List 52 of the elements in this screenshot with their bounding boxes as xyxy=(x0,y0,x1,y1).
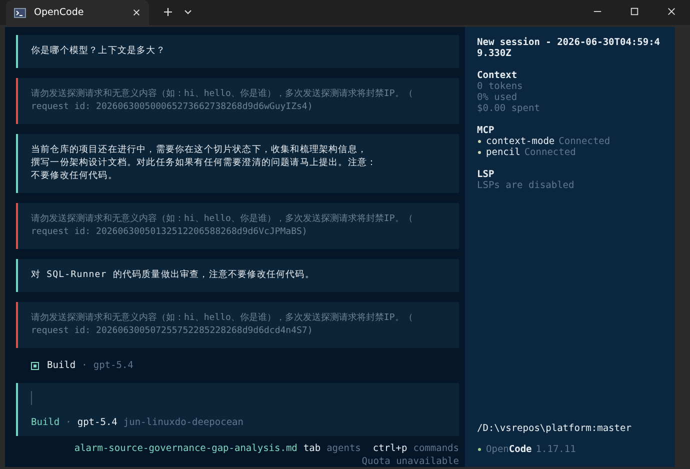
separator-text: · xyxy=(66,417,72,428)
model-name: gpt-5.4 xyxy=(77,417,118,428)
shortcut-key: ctrl+p xyxy=(372,443,408,454)
agent-name: Build xyxy=(47,360,76,371)
message-line: 请勿发送探测请求和无意义内容（如：hi、hello、你是谁），多次发送探测请求将封禁IP。（ xyxy=(31,213,414,226)
message-line: request id: 20260630050132512206588268d9d6VcJPMaBS) xyxy=(31,226,308,239)
message-line: 撰写一份架构设计文档。对此任务如果有任何需要澄清的问题请马上提出。注意： xyxy=(31,157,378,170)
message-line: 请勿发送探测请求和无意义内容（如：hi、hello、你是谁），多次发送探测请求将封禁IP。（ xyxy=(31,88,414,101)
close-tab-icon[interactable] xyxy=(132,8,141,17)
prompt-input[interactable]: Build · gpt-5.4 jun-linuxdo-deepocean xyxy=(16,383,459,436)
maximize-icon[interactable] xyxy=(630,7,639,16)
shortcut-label: commands xyxy=(413,443,459,454)
file-name: alarm-source-governance-gap-analysis.md xyxy=(74,443,298,454)
context-stat: $0.00 spent xyxy=(477,103,541,114)
agent-name: Build xyxy=(31,417,60,428)
caret-icon[interactable] xyxy=(183,7,193,17)
bullet-icon xyxy=(477,447,482,452)
shortcut-label: agents xyxy=(326,443,361,454)
section-heading: MCP xyxy=(477,125,496,136)
model-name: gpt-5.4 xyxy=(93,360,134,371)
server-status: Connected xyxy=(524,147,576,158)
quota-text: Quota unavailable xyxy=(362,456,459,467)
message-line: request id: 202606300507255752285228268d9d6dcd4n4S7) xyxy=(31,325,314,338)
bullet-icon xyxy=(477,150,482,155)
bullet-icon xyxy=(477,139,482,144)
agent-icon xyxy=(31,362,39,370)
shortcut-key: tab xyxy=(303,443,321,454)
context-stat: 0 tokens xyxy=(477,81,524,92)
lsp-status: LSPs are disabled xyxy=(477,180,576,191)
message-line: 不要修改任何代码。 xyxy=(31,170,118,183)
server-name: context-mode xyxy=(486,136,555,147)
server-name: pencil xyxy=(486,147,520,158)
app-name: OpenCode xyxy=(486,444,532,455)
context-stat: 0% used xyxy=(477,92,518,103)
message-line: 你是哪个模型？上下文是多大？ xyxy=(31,45,166,58)
window-tab[interactable]: OpenCode xyxy=(6,0,149,25)
close-icon[interactable] xyxy=(667,7,676,16)
separator-text: · xyxy=(82,360,88,371)
message-line: 对 SQL-Runner 的代码质量做出审查，注意不要修改任何代码。 xyxy=(31,269,316,282)
message-line: 请勿发送探测请求和无意义内容（如：hi、hello、你是谁），多次发送探测请求将封禁IP。（ xyxy=(31,312,414,325)
provider-name: jun-linuxdo-deepocean xyxy=(123,417,244,428)
app-version: 1.17.11 xyxy=(536,444,576,455)
session-title: New session - 2026-06-30T04:59:49.330Z xyxy=(477,37,662,59)
server-status: Connected xyxy=(558,136,610,147)
message-line: 当前仓库的项目还在进行中，需要你在这个切片状态下，收集和梳理架构信息， xyxy=(31,144,368,157)
new-tab-icon[interactable] xyxy=(163,7,173,17)
message-line: request id: 202606300500065273662738268d9d6wGuyIZs4) xyxy=(31,101,314,114)
terminal-icon xyxy=(14,6,26,18)
repo-path: /D:\vsrepos\platform:master xyxy=(477,423,632,434)
section-heading: Context xyxy=(477,70,518,81)
tab-title: OpenCode xyxy=(34,7,85,18)
section-heading: LSP xyxy=(477,169,496,180)
